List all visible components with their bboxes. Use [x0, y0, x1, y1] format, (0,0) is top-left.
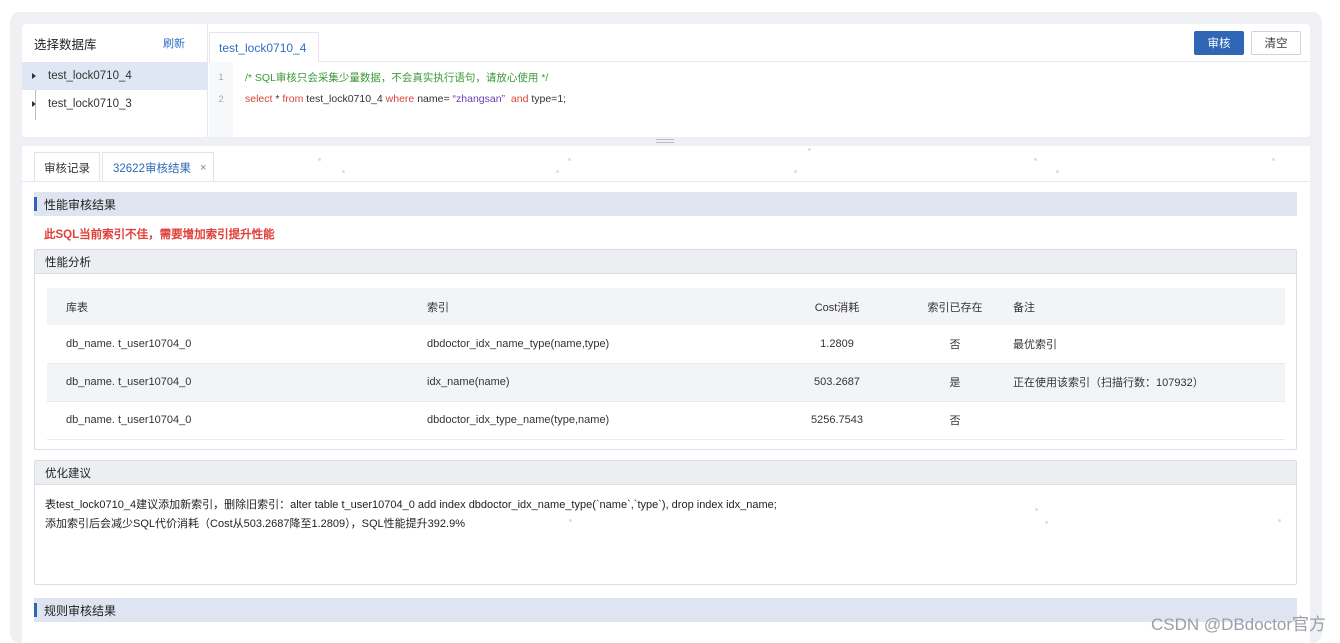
performance-warning: 此SQL当前索引不佳，需要增加索引提升性能 [44, 229, 275, 241]
code-text: name= [414, 93, 453, 105]
background-dot [808, 148, 811, 151]
background-dot [794, 170, 797, 173]
tree-guide-line [35, 90, 36, 120]
cell-note: 最优索引 [1003, 325, 1285, 364]
top-panel: 选择数据库 刷新 test_lock0710_4 test_lock0710_3… [22, 24, 1310, 137]
database-item[interactable]: test_lock0710_3 [22, 90, 207, 118]
background-dot [342, 170, 345, 173]
background-dot [1056, 170, 1059, 173]
table-row: db_name. t_user10704_0 idx_name(name) 50… [47, 363, 1285, 402]
cell-exists: 否 [907, 401, 1003, 440]
keyword-and: and [510, 93, 529, 105]
table-row: db_name. t_user10704_0 dbdoctor_idx_name… [47, 325, 1285, 364]
code-line[interactable]: 2 select * from test_lock0710_4 where na… [209, 88, 566, 110]
keyword-where: where [385, 93, 415, 105]
tab-audit-result[interactable]: 32622审核结果 × [102, 152, 214, 182]
line-number: 1 [218, 71, 224, 83]
database-item[interactable]: test_lock0710_4 [22, 62, 207, 90]
database-panel-header: 选择数据库 刷新 [22, 24, 207, 62]
performance-analysis-title: 性能分析 [35, 250, 1296, 274]
rules-section-title: 规则审核结果 [34, 598, 1297, 622]
tab-audit-history[interactable]: 审核记录 [34, 152, 100, 182]
advice-line: 添加索引后会减少SQL代价消耗（Cost从503.2687降至1.2809），S… [45, 518, 465, 530]
line-number: 2 [218, 93, 224, 105]
column-header: 索引 [427, 288, 767, 325]
database-panel: 选择数据库 刷新 test_lock0710_4 test_lock0710_3 [22, 24, 208, 137]
column-header: 库表 [47, 288, 427, 325]
tab-divider [319, 61, 1310, 62]
cell-note: 正在使用该索引（扫描行数：107932） [1003, 363, 1285, 402]
code-comment: /* SQL审核只会采集少量数据，不会真实执行语句，请放心使用 */ [245, 71, 549, 84]
background-dot [1272, 158, 1275, 161]
background-dot [1034, 158, 1037, 161]
code-statement: select * from test_lock0710_4 where name… [233, 93, 566, 105]
performance-analysis-box: 性能分析 库表 索引 Cost消耗 索引已存在 备注 db_name. t_us… [34, 249, 1297, 450]
background-dot [1278, 519, 1281, 522]
performance-table: 库表 索引 Cost消耗 索引已存在 备注 db_name. t_user107… [47, 288, 1285, 440]
cell-index: idx_name(name) [427, 363, 767, 402]
tab-label: 32622审核结果 [113, 162, 191, 175]
tab-sql-file[interactable]: test_lock0710_4 [209, 32, 319, 62]
resize-handle[interactable] [656, 139, 674, 143]
caret-right-icon[interactable] [32, 73, 36, 79]
tab-label: 审核记录 [44, 162, 90, 175]
watermark: CSDN @DBdoctor官方 [1150, 615, 1326, 634]
code-text: type=1; [528, 93, 567, 105]
database-item-label: test_lock0710_3 [48, 98, 132, 110]
background-dot [568, 158, 571, 161]
cell-index: dbdoctor_idx_name_type(name,type) [427, 325, 767, 364]
optimization-box: 优化建议 表test_lock0710_4建议添加新索引，删除旧索引：alter… [34, 460, 1297, 585]
background-dot [556, 170, 559, 173]
keyword-select: select [245, 93, 273, 105]
cell-cost: 503.2687 [767, 363, 907, 402]
section-title-text: 性能审核结果 [44, 197, 117, 212]
column-header: 备注 [1003, 288, 1285, 325]
code-text: test_lock0710_4 [303, 93, 386, 105]
database-panel-title: 选择数据库 [34, 37, 97, 52]
cell-cost: 5256.7543 [767, 401, 907, 440]
cell-table: db_name. t_user10704_0 [47, 325, 427, 364]
cell-cost: 1.2809 [767, 325, 907, 364]
cell-exists: 是 [907, 363, 1003, 402]
tab-divider [22, 181, 1310, 182]
database-item-label: test_lock0710_4 [48, 70, 132, 82]
code-line[interactable]: 1 /* SQL审核只会采集少量数据，不会真实执行语句，请放心使用 */ [209, 66, 548, 88]
table-header-row: 库表 索引 Cost消耗 索引已存在 备注 [47, 288, 1285, 325]
close-icon[interactable]: × [200, 162, 206, 174]
sql-editor: test_lock0710_4 审核 清空 1 /* SQL审核只会采集少量数据… [209, 24, 1310, 137]
background-dot [569, 519, 572, 522]
background-dot [1045, 521, 1048, 524]
column-header: Cost消耗 [767, 288, 907, 325]
cell-index: dbdoctor_idx_type_name(type,name) [427, 401, 767, 440]
cell-table: db_name. t_user10704_0 [47, 401, 427, 440]
result-panel: 审核记录 32622审核结果 × 性能审核结果 此SQL当前索引不佳，需要增加索… [22, 146, 1310, 643]
section-title-text: 规则审核结果 [44, 603, 117, 618]
background-dot [318, 158, 321, 161]
audit-button[interactable]: 审核 [1194, 31, 1244, 55]
column-header: 索引已存在 [907, 288, 1003, 325]
optimization-title: 优化建议 [35, 461, 1296, 485]
background-dot [1035, 508, 1038, 511]
performance-section-title: 性能审核结果 [34, 192, 1297, 216]
code-string: “zhangsan” [452, 93, 506, 105]
clear-button[interactable]: 清空 [1251, 31, 1301, 55]
advice-line: 表test_lock0710_4建议添加新索引，删除旧索引：alter tabl… [45, 499, 777, 511]
table-row: db_name. t_user10704_0 dbdoctor_idx_type… [47, 401, 1285, 440]
cell-note [1003, 401, 1285, 440]
keyword-from: from [282, 93, 304, 105]
cell-exists: 否 [907, 325, 1003, 364]
optimization-advice: 表test_lock0710_4建议添加新索引，删除旧索引：alter tabl… [45, 496, 777, 534]
cell-table: db_name. t_user10704_0 [47, 363, 427, 402]
refresh-link[interactable]: 刷新 [163, 35, 185, 51]
code-text: * [272, 93, 283, 105]
